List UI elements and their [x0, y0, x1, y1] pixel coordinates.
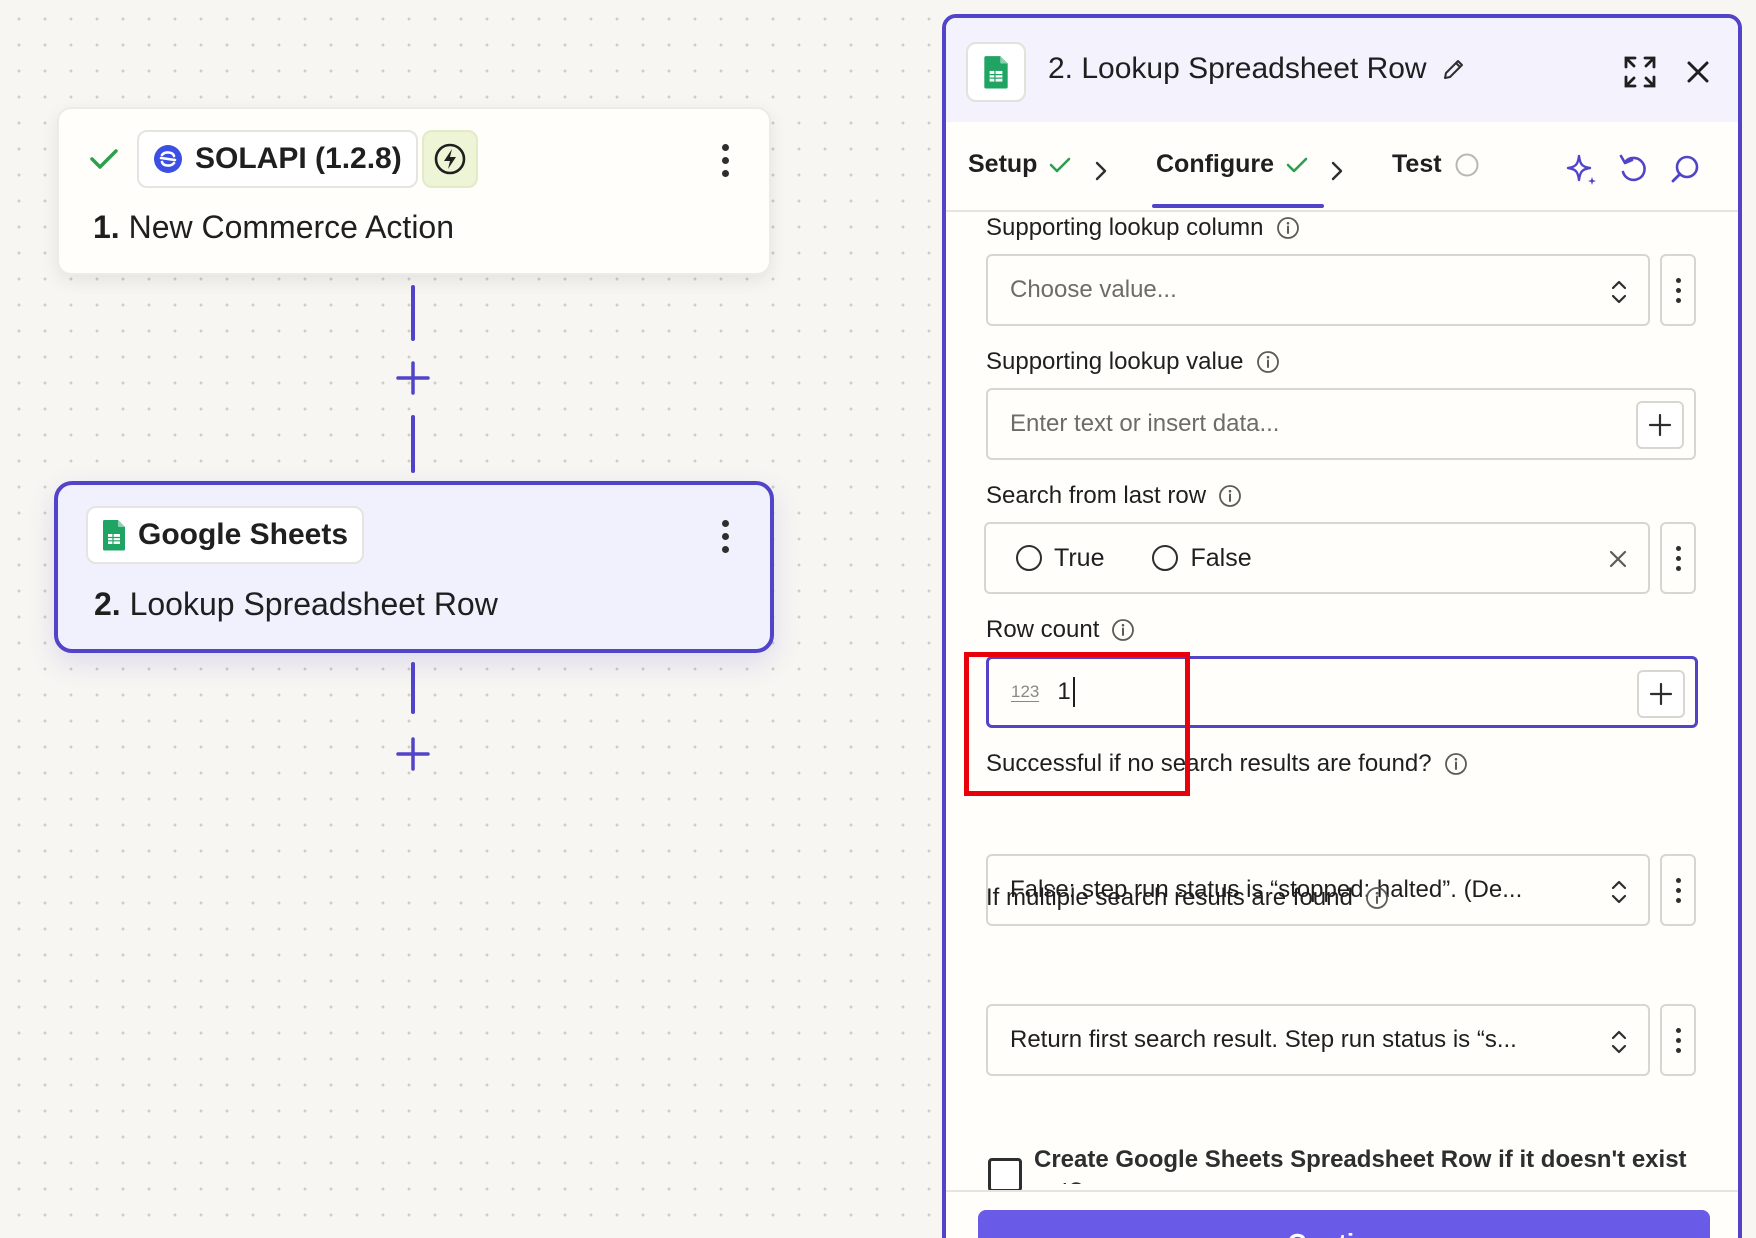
- label-text: Row count: [986, 616, 1100, 643]
- select-value: Return first search result. Step run sta…: [1010, 1026, 1517, 1053]
- tab-label: Configure: [1156, 150, 1275, 178]
- insert-data-plus-icon[interactable]: [1637, 670, 1685, 718]
- multiple-results-label: If multiple search results are found: [986, 884, 1389, 912]
- ai-sparkle-icon[interactable]: [1564, 152, 1600, 188]
- step-2-card[interactable]: Google Sheets 2. Lookup Spreadsheet Row: [54, 481, 774, 653]
- info-icon[interactable]: [1218, 484, 1242, 508]
- panel-title-text: 2. Lookup Spreadsheet Row: [1048, 52, 1427, 85]
- text-cursor: [1072, 677, 1075, 707]
- tab-setup[interactable]: Setup: [968, 150, 1071, 179]
- info-icon[interactable]: [1276, 216, 1300, 240]
- step-1-card[interactable]: SOLAPI (1.2.8) 1. New Commerce Action: [57, 107, 771, 275]
- radio-circle-icon: [1152, 545, 1179, 571]
- pending-circle-icon: [1454, 152, 1480, 178]
- add-step-plus-icon[interactable]: [395, 736, 431, 772]
- label-text: Search from last row: [986, 482, 1207, 509]
- connector-line: [411, 415, 415, 473]
- field-options-kebab-icon[interactable]: [1660, 854, 1696, 926]
- step-2-name: Lookup Spreadsheet Row: [129, 586, 498, 622]
- label-text: Supporting lookup value: [986, 348, 1244, 375]
- step-1-number: 1.: [93, 209, 120, 245]
- insert-data-plus-icon[interactable]: [1636, 401, 1684, 449]
- active-tab-indicator: [1152, 204, 1324, 208]
- app-chip-solapi[interactable]: SOLAPI (1.2.8): [137, 130, 418, 188]
- radio-circle-icon: [1016, 545, 1042, 571]
- tab-label: Setup: [968, 150, 1038, 178]
- supporting-lookup-column-label: Supporting lookup column: [986, 214, 1300, 242]
- expand-icon[interactable]: [1622, 54, 1658, 90]
- panel-header: 2. Lookup Spreadsheet Row: [946, 18, 1738, 122]
- supporting-lookup-column-select[interactable]: Choose value...: [986, 254, 1650, 326]
- chevron-right-icon: [1094, 160, 1108, 182]
- step-1-title: 1. New Commerce Action: [93, 209, 454, 246]
- app-chip-google-sheets[interactable]: Google Sheets: [86, 506, 365, 564]
- radio-label: False: [1190, 543, 1252, 572]
- app-chip-label: SOLAPI (1.2.8): [195, 142, 402, 175]
- select-placeholder: Choose value...: [1010, 276, 1177, 303]
- label-text: If multiple search results are found: [986, 884, 1353, 911]
- step-tabs: Setup Configure Test: [946, 122, 1738, 212]
- check-icon: [1286, 156, 1308, 174]
- multiple-results-select[interactable]: Return first search result. Step run sta…: [986, 1004, 1650, 1076]
- step-2-more-menu-icon[interactable]: [715, 520, 735, 553]
- step-editor-panel: 2. Lookup Spreadsheet Row Setup Configur…: [942, 14, 1742, 1238]
- row-count-label: Row count: [986, 616, 1135, 644]
- tab-configure[interactable]: Configure: [1156, 150, 1308, 179]
- search-from-last-row-label: Search from last row: [986, 482, 1242, 510]
- step-1-more-menu-icon[interactable]: [715, 144, 735, 177]
- label-text: Successful if no search results are foun…: [986, 750, 1432, 777]
- row-count-input[interactable]: 123 1: [986, 656, 1698, 728]
- lightning-bolt-icon: [433, 142, 467, 176]
- field-options-kebab-icon[interactable]: [1660, 1004, 1696, 1076]
- create-if-missing-label: Create Google Sheets Spreadsheet Row if …: [1034, 1146, 1687, 1184]
- solapi-logo-icon: [153, 144, 183, 174]
- rename-pencil-icon[interactable]: [1441, 56, 1467, 82]
- search-icon[interactable]: [1668, 152, 1702, 186]
- input-placeholder: Enter text or insert data...: [1010, 410, 1280, 437]
- footer-divider: [946, 1190, 1738, 1192]
- app-chip-label: Google Sheets: [138, 518, 349, 551]
- connector-line: [411, 662, 415, 714]
- radio-label: True: [1054, 543, 1105, 572]
- tab-label: Test: [1392, 150, 1442, 178]
- tab-test[interactable]: Test: [1392, 150, 1480, 179]
- number-type-tag: 123: [1011, 681, 1040, 702]
- panel-title: 2. Lookup Spreadsheet Row: [1048, 52, 1467, 86]
- step-1-name: New Commerce Action: [128, 209, 455, 245]
- chevron-up-down-icon: [1610, 878, 1628, 906]
- google-sheets-icon: [966, 42, 1026, 102]
- search-from-last-row-radio-group: True False: [984, 522, 1650, 594]
- chevron-up-down-icon: [1610, 1028, 1628, 1056]
- close-icon[interactable]: [1684, 58, 1712, 86]
- radio-false[interactable]: False: [1152, 543, 1252, 573]
- info-icon[interactable]: [1256, 350, 1280, 374]
- row-count-value: 1: [1057, 678, 1071, 705]
- label-text: Supporting lookup column: [986, 214, 1264, 241]
- field-options-kebab-icon[interactable]: [1660, 522, 1696, 594]
- info-icon[interactable]: [1111, 618, 1135, 642]
- field-options-kebab-icon[interactable]: [1660, 254, 1696, 326]
- continue-button[interactable]: Continue: [978, 1210, 1710, 1238]
- add-step-plus-icon[interactable]: [395, 360, 431, 396]
- successful-if-no-results-label: Successful if no search results are foun…: [986, 750, 1468, 778]
- info-icon[interactable]: [1365, 886, 1389, 910]
- supporting-lookup-value-label: Supporting lookup value: [986, 348, 1280, 376]
- clear-x-icon[interactable]: [1608, 549, 1628, 569]
- chevron-right-icon: [1330, 160, 1344, 182]
- check-icon: [89, 147, 119, 171]
- trigger-bolt-badge: [422, 130, 478, 188]
- step-2-title: 2. Lookup Spreadsheet Row: [94, 586, 498, 623]
- radio-true[interactable]: True: [1016, 544, 1104, 573]
- supporting-lookup-value-input[interactable]: Enter text or insert data...: [986, 388, 1696, 460]
- create-if-missing-checkbox[interactable]: [988, 1158, 1022, 1192]
- info-icon[interactable]: [1444, 752, 1468, 776]
- chevron-up-down-icon: [1610, 278, 1628, 306]
- undo-icon[interactable]: [1616, 152, 1650, 186]
- connector-line: [411, 285, 415, 341]
- google-sheets-icon: [102, 519, 126, 551]
- check-icon: [1049, 156, 1071, 174]
- step-2-number: 2.: [94, 586, 121, 622]
